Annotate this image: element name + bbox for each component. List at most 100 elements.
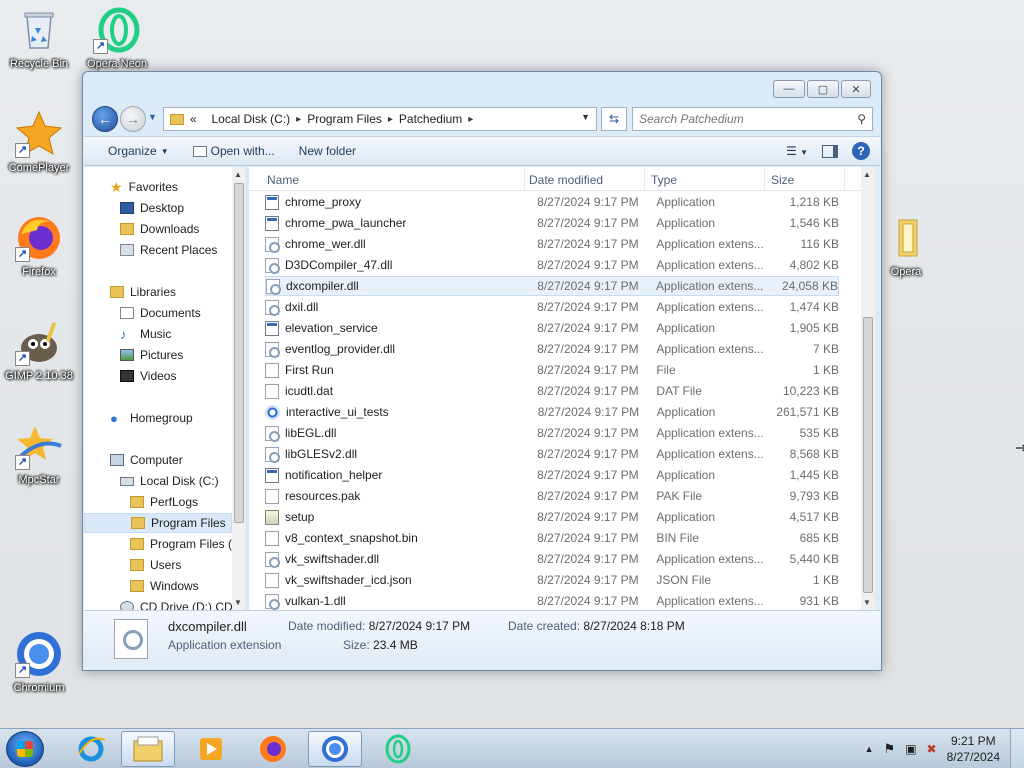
- file-row[interactable]: interactive_ui_tests 8/27/2024 9:17 PM App…: [265, 402, 839, 422]
- back-button[interactable]: ←: [92, 106, 118, 132]
- nav-favorites[interactable]: ★ Favorites: [84, 177, 232, 197]
- nav-libraries[interactable]: Libraries: [84, 282, 232, 302]
- file-row[interactable]: elevation_service 8/27/2024 9:17 PM Applic…: [265, 318, 839, 338]
- desktop-icon-recycle-bin[interactable]: Recycle Bin: [0, 6, 78, 70]
- file-row[interactable]: chrome_proxy 8/27/2024 9:17 PM Application…: [265, 192, 839, 212]
- file-row[interactable]: dxcompiler.dll 8/27/2024 9:17 PM Applicati…: [265, 276, 839, 296]
- file-list-scrollbar[interactable]: ▲ ▼: [861, 167, 875, 610]
- nav-homegroup[interactable]: ● Homegroup: [84, 408, 232, 428]
- file-row[interactable]: vk_swiftshader_icd.json 8/27/2024 9:17 PM…: [265, 570, 839, 590]
- scroll-up-icon[interactable]: ▲: [863, 170, 871, 179]
- internet-explorer-icon: [78, 736, 106, 762]
- file-row[interactable]: chrome_pwa_launcher 8/27/2024 9:17 PM Appl…: [265, 213, 839, 233]
- nav-users[interactable]: Users: [84, 555, 232, 575]
- taskbar-firefox[interactable]: [246, 731, 300, 767]
- desktop-icon-gimp[interactable]: ↗ GIMP 2.10.38: [0, 318, 78, 382]
- taskbar-internet-explorer[interactable]: [64, 731, 118, 767]
- search-input[interactable]: [633, 112, 843, 126]
- nav-local-disk[interactable]: Local Disk (C:): [84, 471, 232, 491]
- file-row[interactable]: setup 8/27/2024 9:17 PM Application 4,517 K…: [265, 507, 839, 527]
- chevron-right-icon[interactable]: ▸: [388, 114, 393, 125]
- taskbar-windows-explorer[interactable]: [121, 731, 175, 767]
- column-header-type[interactable]: Type: [645, 167, 765, 190]
- nav-program-files[interactable]: Program Files: [84, 513, 232, 533]
- file-row[interactable]: vk_swiftshader.dll 8/27/2024 9:17 PM Appli…: [265, 549, 839, 569]
- new-folder-button[interactable]: New folder: [299, 144, 356, 158]
- file-row[interactable]: libEGL.dll 8/27/2024 9:17 PM Application e…: [265, 423, 839, 443]
- open-with-button[interactable]: Open with...: [192, 144, 275, 158]
- breadcrumb-patchedium[interactable]: Patchedium: [399, 112, 462, 126]
- scroll-down-icon[interactable]: ▼: [234, 598, 242, 607]
- scroll-down-icon[interactable]: ▼: [863, 598, 871, 607]
- file-row[interactable]: libGLESv2.dll 8/27/2024 9:17 PM Applicatio…: [265, 444, 839, 464]
- nav-downloads[interactable]: Downloads: [84, 219, 232, 239]
- file-row[interactable]: notification_helper 8/27/2024 9:17 PM Appl…: [265, 465, 839, 485]
- file-row[interactable]: D3DCompiler_47.dll 8/27/2024 9:17 PM Appli…: [265, 255, 839, 275]
- search-box[interactable]: ⚲: [632, 107, 873, 131]
- taskbar-media-player[interactable]: [184, 731, 238, 767]
- column-header-date[interactable]: Date modified: [525, 167, 645, 190]
- action-center-flag-icon[interactable]: ⚑: [884, 741, 896, 757]
- nav-documents[interactable]: Documents: [84, 303, 232, 323]
- nav-cd-drive[interactable]: CD Drive (D:) CD: [84, 597, 233, 610]
- preview-pane-button[interactable]: [822, 144, 838, 158]
- nav-scrollbar[interactable]: ▲ ▼: [232, 167, 246, 610]
- desktop-icon-mpcstar[interactable]: ↗ MpcStar: [0, 422, 78, 486]
- chevron-right-icon[interactable]: ▸: [296, 114, 301, 125]
- file-date-modified: 8/27/2024 9:17 PM: [537, 321, 639, 335]
- nav-pictures[interactable]: Pictures: [84, 345, 232, 365]
- clock[interactable]: 9:21 PM 8/27/2024: [947, 733, 1000, 765]
- show-desktop-button[interactable]: [1010, 729, 1024, 768]
- scroll-up-icon[interactable]: ▲: [234, 170, 242, 179]
- nav-windows[interactable]: Windows: [84, 576, 232, 596]
- maximize-button[interactable]: ▢: [807, 80, 839, 98]
- file-row[interactable]: icudtl.dat 8/27/2024 9:17 PM DAT File 10,22…: [265, 381, 839, 401]
- file-list-scroll-thumb[interactable]: [863, 317, 873, 593]
- taskbar-opera-neon[interactable]: [371, 731, 425, 767]
- detail-created-label: Date created:: [508, 619, 581, 633]
- close-button[interactable]: ✕: [841, 80, 871, 98]
- desktop-icon-comeplayer[interactable]: ↗ ComePlayer: [0, 110, 78, 174]
- column-header-size[interactable]: Size: [765, 167, 845, 190]
- file-row[interactable]: vulkan-1.dll 8/27/2024 9:17 PM Application…: [265, 591, 839, 610]
- address-bar[interactable]: « Local Disk (C:) ▸ Program Files ▸ Patc…: [163, 107, 597, 131]
- nav-music[interactable]: ♪ Music: [84, 324, 232, 344]
- recent-pages-dropdown[interactable]: ▼: [148, 112, 157, 122]
- change-view-button[interactable]: ☰ ▼: [786, 144, 808, 158]
- file-type: Application: [656, 405, 716, 419]
- forward-button[interactable]: →: [120, 106, 146, 132]
- nav-program-files-x86[interactable]: Program Files (: [84, 534, 232, 554]
- column-header-name[interactable]: Name: [249, 167, 525, 190]
- organize-button[interactable]: Organize ▼: [108, 144, 169, 158]
- file-row[interactable]: dxil.dll 8/27/2024 9:17 PM Application ext…: [265, 297, 839, 317]
- file-row[interactable]: eventlog_provider.dll 8/27/2024 9:17 PM Ap…: [265, 339, 839, 359]
- desktop-icon-chromium[interactable]: ↗ Chromium: [0, 630, 78, 694]
- file-row[interactable]: chrome_wer.dll 8/27/2024 9:17 PM Applicati…: [265, 234, 839, 254]
- file-row[interactable]: resources.pak 8/27/2024 9:17 PM PAK File 9,…: [265, 486, 839, 506]
- breadcrumb-overflow[interactable]: «: [190, 112, 197, 126]
- minimize-button[interactable]: —: [773, 80, 805, 98]
- network-icon[interactable]: ▣: [905, 742, 916, 756]
- taskbar-chromium[interactable]: [308, 731, 362, 767]
- volume-muted-icon[interactable]: ✖: [927, 742, 937, 756]
- breadcrumb-local-disk[interactable]: Local Disk (C:): [211, 112, 290, 126]
- help-button[interactable]: ?: [852, 142, 870, 160]
- file-row[interactable]: v8_context_snapshot.bin 8/27/2024 9:17 PM…: [265, 528, 839, 548]
- search-icon[interactable]: ⚲: [857, 112, 866, 126]
- nav-videos[interactable]: Videos: [84, 366, 232, 386]
- desktop-icon-opera-neon[interactable]: ↗ Opera Neon: [78, 6, 156, 70]
- nav-recent-places[interactable]: Recent Places: [84, 240, 232, 260]
- nav-perflogs[interactable]: PerfLogs: [84, 492, 232, 512]
- breadcrumb-program-files[interactable]: Program Files: [307, 112, 382, 126]
- show-hidden-icons-button[interactable]: ▲: [865, 744, 874, 754]
- start-button[interactable]: [6, 731, 44, 767]
- desktop-icon-firefox[interactable]: ↗ Firefox: [0, 214, 78, 278]
- desktop-icon-label: MpcStar: [18, 474, 60, 486]
- address-dropdown[interactable]: ▼: [581, 112, 590, 122]
- file-row[interactable]: First Run 8/27/2024 9:17 PM File 1 KB: [265, 360, 839, 380]
- chevron-right-icon[interactable]: ▸: [468, 114, 473, 125]
- refresh-button[interactable]: ⇆: [601, 107, 627, 131]
- nav-computer[interactable]: Computer: [84, 450, 232, 470]
- nav-desktop[interactable]: Desktop: [84, 198, 232, 218]
- nav-scroll-thumb[interactable]: [234, 183, 244, 523]
